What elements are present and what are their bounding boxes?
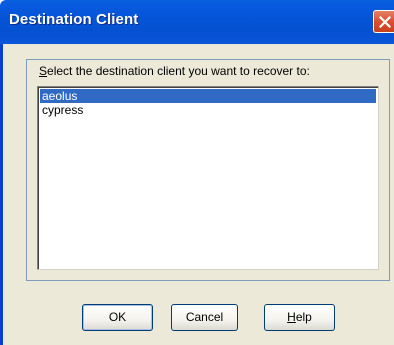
prompt-text: elect the destination client you want to…	[47, 64, 310, 78]
dialog-body: Select the destination client you want t…	[0, 44, 394, 345]
title-bar[interactable]: Destination Client	[0, 0, 394, 44]
destination-client-dialog: Destination Client Select the destinatio…	[0, 0, 394, 345]
close-button[interactable]	[373, 10, 394, 33]
help-label: elp	[295, 310, 312, 324]
window-title: Destination Client	[9, 11, 139, 28]
close-icon	[379, 16, 391, 28]
client-group-box: Select the destination client you want t…	[26, 59, 390, 281]
select-client-label: Select the destination client you want t…	[39, 64, 310, 78]
cancel-button[interactable]: Cancel	[171, 304, 238, 331]
list-item-cypress[interactable]: cypress	[40, 103, 83, 117]
help-accelerator: H	[287, 310, 296, 324]
help-button[interactable]: Help	[264, 304, 335, 331]
prompt-accelerator: S	[39, 64, 48, 78]
ok-button[interactable]: OK	[82, 304, 153, 331]
client-listbox[interactable]: aeolus cypress	[37, 86, 379, 270]
list-item-aeolus[interactable]: aeolus	[40, 89, 376, 103]
